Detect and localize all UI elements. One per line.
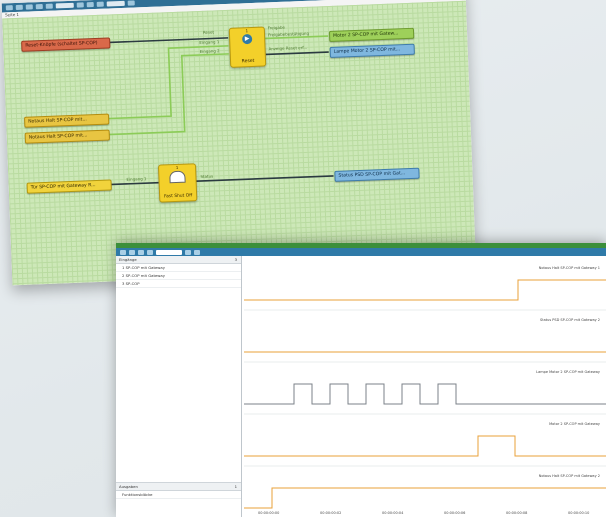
port-label: Status [200,173,214,180]
port-label: Eingang 2 [199,48,220,54]
port-label: Reset [202,29,215,35]
play-icon[interactable] [120,249,126,255]
lane-label: Notaus Halt SP-COP mit Gateway 1 [539,266,600,270]
gauge-icon [169,170,186,184]
redo-icon[interactable] [45,3,53,9]
lane-label: Notaus Halt SP-COP mit Gateway 2 [539,474,600,478]
port-label: Eingang 1 [199,39,220,45]
inputs-header[interactable]: Eingänge 3 [116,256,241,264]
wire-fso-out [195,175,334,183]
time-tick-label: 00:00:00:04 [382,511,404,515]
undo-icon[interactable] [35,3,43,10]
outputs-count: 1 [234,484,237,489]
signal-trace [244,383,606,405]
outputs-header[interactable]: Ausgaben 1 [116,482,241,491]
copy-icon[interactable] [86,2,94,8]
signal-tree-item[interactable]: 2 SP-COP mit Gateway [116,272,241,280]
wire-reset-out-lamp [265,51,329,56]
lanes-layer: Notaus Halt SP-COP mit Gateway 1 Status P… [244,266,606,509]
timing-svg: Notaus Halt SP-COP mit Gateway 1 Status P… [244,266,606,515]
view-select[interactable] [106,0,125,7]
lane-label: Lampe Motor 2 SP-COP mit Gateway [536,370,600,374]
lane-label: Status PSD SP-COP mit Gateway 2 [540,318,600,322]
save-icon[interactable] [25,4,33,10]
open-icon[interactable] [15,4,23,11]
viewer-toolbar [116,248,606,256]
port-label: Freigabe [267,24,285,31]
zoom-select[interactable] [55,2,74,9]
inputs-title: Eingänge [119,257,137,262]
block-label: Fast Shut Off [164,193,193,200]
block-index: 1 [175,164,179,170]
step-icon[interactable] [147,249,153,255]
zoom-in-icon[interactable] [185,249,191,255]
time-field[interactable] [156,249,182,255]
time-tick-label: 00:00:00:02 [320,511,341,515]
time-tick-label: 00:00:00:08 [506,511,527,515]
pause-icon[interactable] [129,249,135,255]
lane-label: Motor 2 SP-COP mit Gateway [549,422,600,426]
inputs-count: 3 [234,257,237,262]
outputs-section: Ausgaben 1 Funktionsblöcke [116,482,241,499]
wire-fso-in [108,181,159,186]
grid-icon[interactable] [127,0,135,6]
stop-icon[interactable] [138,249,144,255]
paste-icon[interactable] [96,1,104,7]
signal-tree-item[interactable]: 1 SP-COP mit Gateway [116,264,241,272]
outputs-title: Ausgaben [119,484,138,489]
signal-trace [244,435,606,457]
signal-tree-panel: Eingänge 3 1 SP-COP mit Gateway 2 SP-COP… [116,256,242,517]
cut-icon[interactable] [76,2,84,8]
function-blocks-item[interactable]: Funktionsblöcke [116,491,241,499]
time-axis: 00:00:00:00 00:00:00:02 00:00:00:04 00:00:0… [258,511,589,515]
new-icon[interactable] [5,5,13,11]
signal-tree-item[interactable]: 3 SP-COP [116,280,241,288]
timing-diagram[interactable]: Notaus Halt SP-COP mit Gateway 1 Status P… [244,256,606,517]
signal-trace [244,487,606,509]
time-tick-label: 00:00:00:10 [568,511,589,515]
zoom-out-icon[interactable] [194,249,200,255]
time-tick-label: 00:00:00:06 [444,511,465,515]
function-block-reset[interactable]: 1 ▶ Reset [228,26,267,68]
reset-block-icon: ▶ [242,33,253,45]
port-label: Eingang 1 [126,176,147,182]
wire-notaus-1 [106,45,229,120]
wire-notaus-2 [106,53,229,136]
signal-viewer-window: Eingänge 3 1 SP-COP mit Gateway 2 SP-COP… [116,243,606,517]
block-label: Reset [241,58,255,65]
time-tick-label: 00:00:00:00 [258,511,279,515]
signal-trace [244,279,606,301]
function-block-fast-shut-off[interactable]: 1 Fast Shut Off [157,163,198,203]
